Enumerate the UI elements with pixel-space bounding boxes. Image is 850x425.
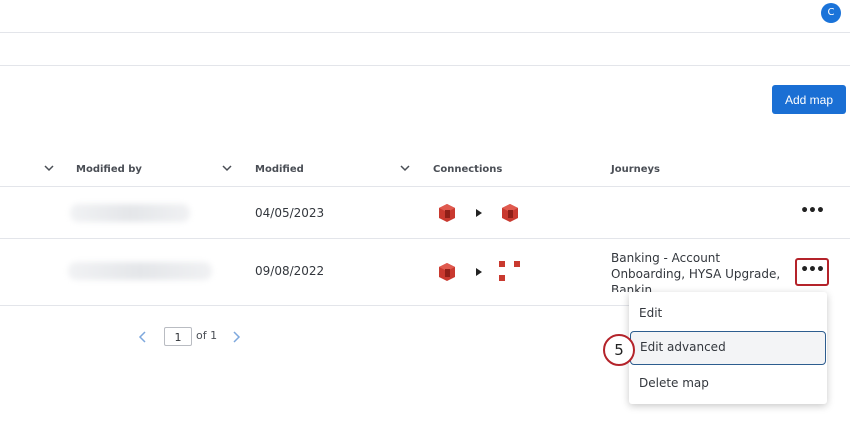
scattered-cubes-icon <box>499 261 520 281</box>
row-divider <box>0 305 629 306</box>
chevron-right-icon[interactable] <box>231 330 241 344</box>
chevron-left-icon[interactable] <box>138 330 148 344</box>
chevron-down-icon[interactable] <box>221 162 233 174</box>
modified-date: 09/08/2022 <box>255 264 325 278</box>
table-header-divider <box>0 186 850 187</box>
column-header-modified-by[interactable]: Modified by <box>76 164 142 175</box>
journey-line: Banking - Account <box>611 251 721 265</box>
user-avatar[interactable]: C <box>821 3 841 23</box>
chevron-down-icon[interactable] <box>43 162 55 174</box>
row-actions-menu: Edit Edit advanced Delete map <box>629 292 827 404</box>
journey-line: Bankin <box>611 283 653 292</box>
modified-date: 04/05/2023 <box>255 206 325 220</box>
arrow-right-icon <box>476 268 482 276</box>
menu-item-delete-map[interactable]: Delete map <box>629 366 827 400</box>
salesforce-cube-icon <box>439 263 455 281</box>
journeys-list: Banking - Account Onboarding, HYSA Upgra… <box>611 250 780 292</box>
journey-line: Onboarding, HYSA Upgrade, <box>611 267 781 281</box>
column-header-journeys[interactable]: Journeys <box>611 164 660 175</box>
menu-item-edit[interactable]: Edit <box>629 296 827 330</box>
row-more-button[interactable]: ••• <box>797 201 827 225</box>
chevron-down-icon[interactable] <box>399 162 411 174</box>
salesforce-cube-icon <box>439 204 455 222</box>
redacted-user <box>70 204 190 222</box>
salesforce-cube-icon <box>502 204 518 222</box>
step-number-badge: 5 <box>603 334 635 366</box>
redacted-user <box>68 262 212 280</box>
menu-item-edit-advanced[interactable]: Edit advanced <box>630 331 826 365</box>
column-header-modified[interactable]: Modified <box>255 164 304 175</box>
row-divider <box>0 238 850 239</box>
column-header-connections[interactable]: Connections <box>433 164 502 175</box>
page-total: of 1 <box>196 329 218 342</box>
toolbar-divider <box>0 65 850 66</box>
header-divider <box>0 32 850 33</box>
page-number-input[interactable]: 1 <box>164 327 192 346</box>
arrow-right-icon <box>476 209 482 217</box>
row-more-button[interactable]: ••• <box>795 258 829 286</box>
add-map-button[interactable]: Add map <box>772 85 846 114</box>
